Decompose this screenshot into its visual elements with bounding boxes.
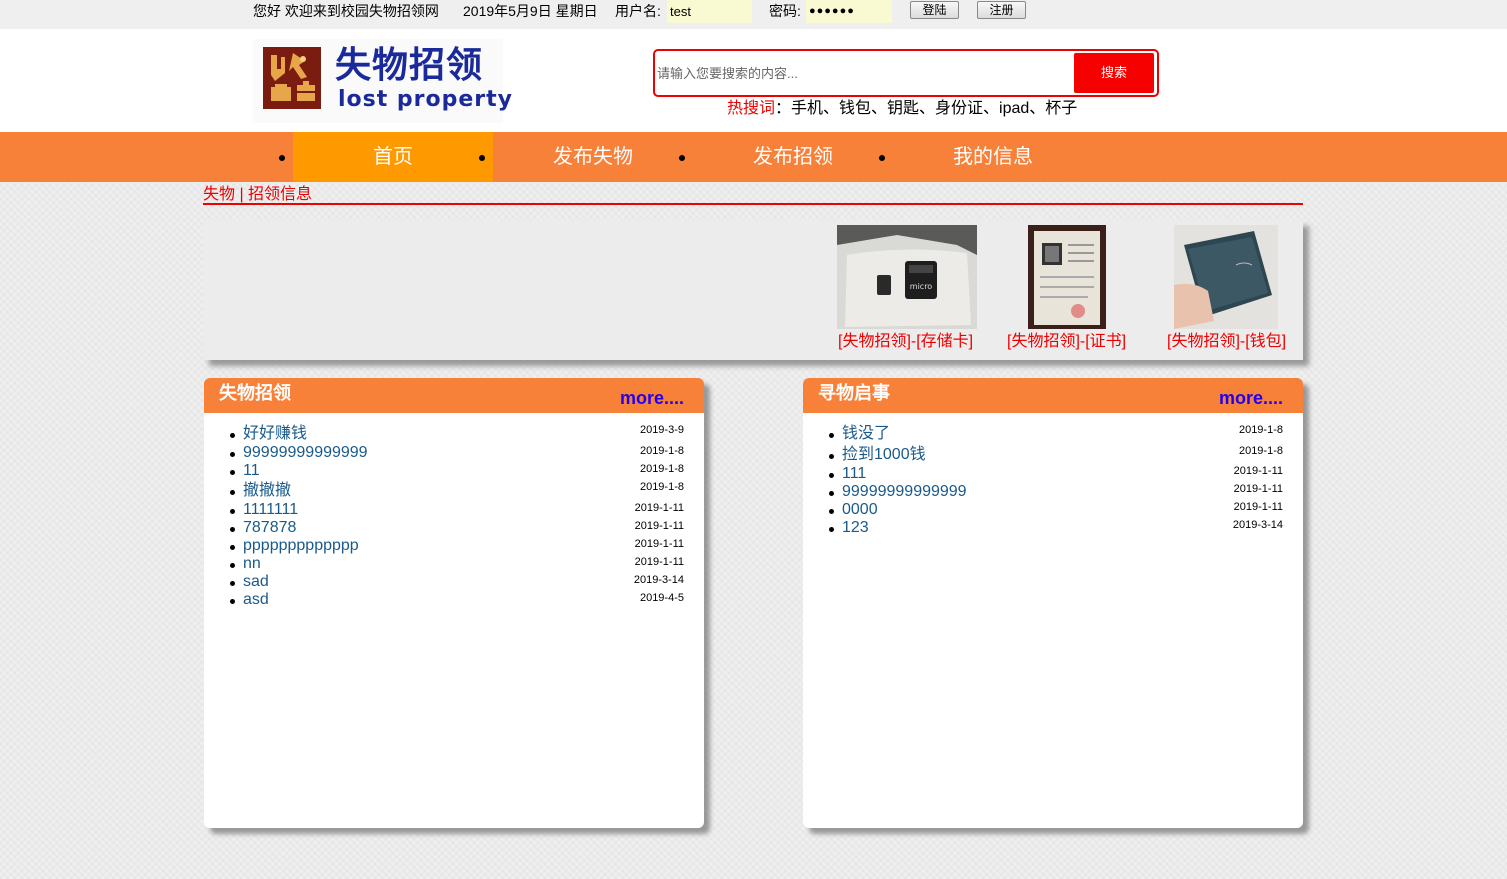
bullet-icon	[230, 509, 235, 514]
gallery-caption-wallet[interactable]: [失物招领]-[钱包]	[1167, 332, 1286, 352]
list-item-link[interactable]: sad	[243, 573, 269, 591]
gallery-caption-certificate[interactable]: [失物招领]-[证书]	[1007, 332, 1126, 352]
bullet-icon	[230, 563, 235, 568]
list-item-date: 2019-1-11	[1233, 465, 1283, 477]
login-button[interactable]: 登陆	[910, 1, 959, 19]
gallery-image-certificate[interactable]	[1028, 225, 1106, 329]
hot-keywords-label: 热搜词	[727, 100, 776, 117]
seek-panel-header: 寻物启事 more....	[803, 378, 1303, 413]
bullet-icon	[829, 454, 834, 459]
bullet-icon	[230, 433, 235, 438]
password-label: 密码:	[769, 3, 801, 19]
list-item-date: 2019-1-11	[1233, 501, 1283, 513]
nav-bullet-icon	[279, 155, 285, 161]
nav-item-home[interactable]: 首页	[293, 132, 493, 182]
bullet-icon	[230, 527, 235, 532]
nav-item-post-found[interactable]: 发布招领	[693, 132, 893, 182]
list-item-date: 2019-1-8	[639, 463, 684, 475]
list-item-link[interactable]: nn	[243, 555, 261, 573]
lost-found-panel: 失物招领 more.... 好好赚钱 2019-3-9 999999999999…	[204, 378, 704, 828]
lost-found-panel-title: 失物招领	[219, 383, 291, 403]
welcome-text: 您好 欢迎来到校园失物招领网	[253, 3, 439, 19]
seek-more-link[interactable]: more....	[1219, 387, 1283, 409]
list-item-link[interactable]: 99999999999999	[842, 483, 967, 501]
list-item-date: 2019-1-8	[639, 445, 684, 457]
search-box: 搜索	[653, 49, 1159, 97]
gallery-image-memory-card[interactable]: micro	[837, 225, 977, 329]
list-item-link[interactable]: 99999999999999	[243, 444, 368, 462]
nav-bullet-icon	[479, 155, 485, 161]
svg-text:micro: micro	[910, 282, 933, 291]
lost-found-more-link[interactable]: more....	[620, 387, 684, 409]
list-item-link[interactable]: 钱没了	[842, 425, 890, 443]
top-bar: 您好 欢迎来到校园失物招领网 2019年5月9日 星期日 用户名: test 密…	[0, 0, 1507, 29]
list-item-date: 2019-3-14	[633, 574, 684, 586]
list-item-link[interactable]: 撤撤撤	[243, 482, 291, 500]
list-item-link[interactable]: 111	[842, 465, 866, 483]
header: 失物招领 lost property 搜索 热搜词：手机、钱包、钥匙、身份证、i…	[0, 29, 1507, 132]
list-item-date: 2019-1-11	[634, 556, 684, 568]
hot-keywords-list[interactable]: ：手机、钱包、钥匙、身份证、ipad、杯子	[775, 100, 1077, 117]
logo-emblem-icon	[263, 47, 321, 109]
list-item-date: 2019-3-14	[1232, 519, 1283, 531]
bullet-icon	[829, 527, 834, 532]
password-input[interactable]: ●●●●●●	[806, 0, 892, 23]
list-item-link[interactable]: 捡到1000钱	[842, 446, 926, 464]
list-item-date: 2019-4-5	[639, 592, 684, 604]
list-item-date: 2019-1-8	[1238, 424, 1283, 436]
list-item-link[interactable]: 好好赚钱	[243, 425, 307, 443]
register-button[interactable]: 注册	[977, 1, 1026, 19]
list-item-date: 2019-3-9	[639, 424, 684, 436]
featured-gallery: micro [失物招领]-[存储卡] [失物招领]-[证书] [失物招领]-[钱…	[203, 220, 1303, 360]
nav-item-post-lost[interactable]: 发布失物	[493, 132, 693, 182]
nav-item-my-info[interactable]: 我的信息	[893, 132, 1093, 182]
bullet-icon	[829, 473, 834, 478]
username-label: 用户名:	[615, 3, 661, 19]
bullet-icon	[230, 452, 235, 457]
logo-title-en: lost property	[338, 87, 514, 112]
bullet-icon	[230, 545, 235, 550]
lost-found-panel-header: 失物招领 more....	[204, 378, 704, 413]
list-item-link[interactable]: 787878	[243, 519, 296, 537]
list-item-link[interactable]: 123	[842, 519, 869, 537]
search-input[interactable]	[656, 53, 1072, 93]
search-button[interactable]: 搜索	[1074, 53, 1154, 93]
list-item-date: 2019-1-8	[1238, 445, 1283, 457]
gallery-image-wallet[interactable]	[1174, 225, 1278, 329]
bullet-icon	[829, 491, 834, 496]
list-item-date: 2019-1-11	[1233, 483, 1283, 495]
site-logo[interactable]: 失物招领 lost property	[253, 39, 512, 123]
hot-keywords: 热搜词：手机、钱包、钥匙、身份证、ipad、杯子	[727, 99, 1077, 119]
seek-panel-title: 寻物启事	[818, 383, 890, 403]
nav-bullet-icon	[879, 155, 885, 161]
list-item-link[interactable]: 11	[243, 462, 260, 480]
list-item-link[interactable]: asd	[243, 591, 269, 609]
gallery-caption-memory-card[interactable]: [失物招领]-[存储卡]	[838, 332, 973, 352]
nav-bullet-icon	[679, 155, 685, 161]
seek-panel: 寻物启事 more.... 钱没了 2019-1-8 捡到1000钱 2019-…	[803, 378, 1303, 828]
section-divider	[203, 203, 1303, 205]
list-item-link[interactable]: 1111111	[243, 501, 298, 519]
bullet-icon	[829, 433, 834, 438]
logo-title-cn: 失物招领	[335, 45, 484, 86]
username-input[interactable]: test	[667, 0, 752, 23]
list-item-link[interactable]: ppppppppppppp	[243, 537, 359, 555]
list-item-date: 2019-1-11	[634, 538, 684, 550]
list-item-link[interactable]: 0000	[842, 501, 878, 519]
list-item-date: 2019-1-11	[634, 520, 684, 532]
bullet-icon	[230, 599, 235, 604]
bullet-icon	[230, 470, 235, 475]
date-text: 2019年5月9日 星期日	[463, 3, 598, 19]
list-item-date: 2019-1-8	[639, 481, 684, 493]
list-item-date: 2019-1-11	[634, 502, 684, 514]
section-title[interactable]: 失物 | 招领信息	[203, 185, 312, 205]
main-nav: 首页 发布失物 发布招领 我的信息	[0, 132, 1507, 182]
bullet-icon	[230, 490, 235, 495]
bullet-icon	[829, 509, 834, 514]
bullet-icon	[230, 581, 235, 586]
